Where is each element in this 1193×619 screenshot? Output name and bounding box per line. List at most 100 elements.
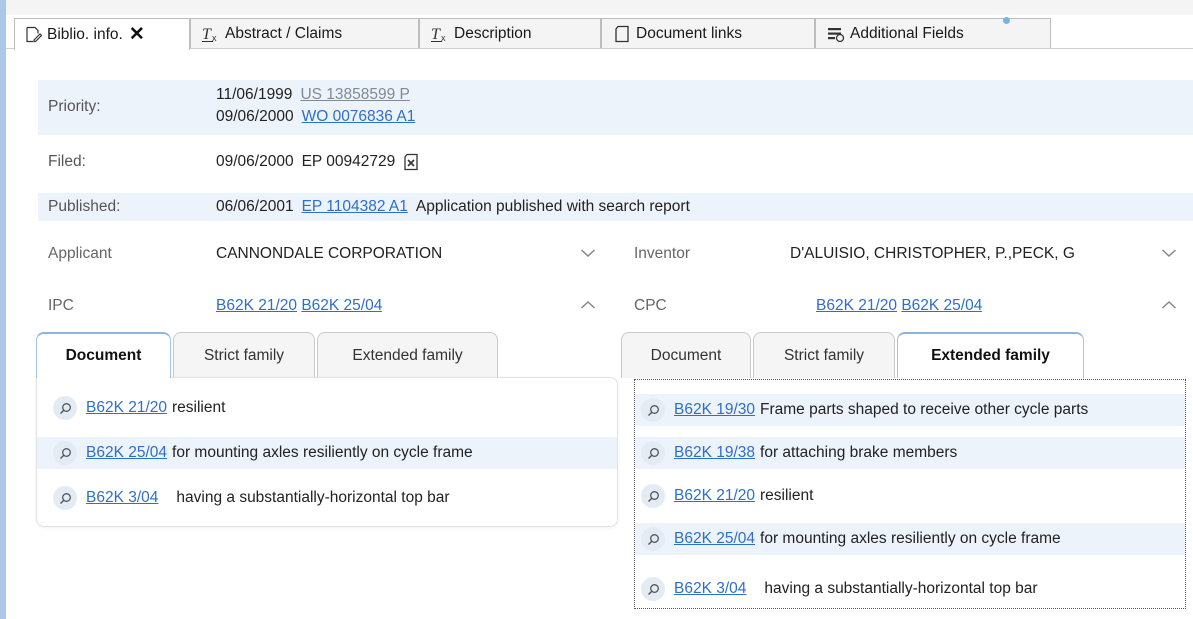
class-code-link[interactable]: B62K 21/20 [86,399,167,417]
class-code-link[interactable]: B62K 25/04 [86,444,167,462]
cpc-code-link[interactable]: B62K 25/04 [901,297,982,314]
ipc-subtab-extended-family[interactable]: Extended family [317,332,498,378]
ipc-codes: B62K 21/20 B62K 25/04 [216,297,382,315]
close-tab-icon[interactable]: ✕ [129,25,145,44]
ipc-class-list: B62K 21/20 resilient B62K 25/04 for moun… [36,377,618,527]
class-code-link[interactable]: B62K 3/04 [674,580,746,598]
tab-document-links[interactable]: Document links [601,18,815,49]
class-row: B62K 19/30 Frame parts shaped to receive… [635,394,1185,426]
priority-date: 11/06/1999 [216,86,293,103]
tab-label: Document links [636,25,742,42]
search-icon[interactable] [641,577,665,601]
tab-additional-fields[interactable]: Additional Fields [815,17,1051,49]
published-number-link[interactable]: EP 1104382 A1 [302,198,408,215]
document-icon [612,24,632,44]
class-row: B62K 21/20 resilient [37,394,617,422]
clear-format-icon: Tx [430,24,450,44]
chevron-down-icon[interactable] [580,246,596,264]
biblio-edit-icon [23,25,43,45]
applicant-value: CANNONDALE CORPORATION [216,245,443,262]
filed-number: EP 00942729 [301,153,396,170]
inventor-value: D'ALUISIO, CHRISTOPHER, P.,PECK, G [790,245,1075,262]
class-row: B62K 3/04 having a substantially-horizon… [37,484,617,512]
tab-label: Additional Fields [850,25,964,42]
priority-row: Priority: 11/06/1999 US 13858599 P 09/06/… [38,80,1193,135]
tab-label: Biblio. info. [47,25,123,43]
published-date: 06/06/2001 [216,198,294,215]
file-document-icon[interactable] [403,153,419,171]
class-description: for mounting axles resiliently on cycle … [760,530,1061,547]
cpc-codes: B62K 21/20 B62K 25/04 [816,297,982,315]
class-description: having a substantially-horizontal top ba… [176,489,450,506]
cpc-code-link[interactable]: B62K 21/20 [816,297,897,314]
window-left-edge [0,0,6,619]
svg-text:x: x [212,33,217,43]
search-icon[interactable] [641,441,665,465]
class-code-link[interactable]: B62K 19/30 [674,401,755,419]
ipc-subtab-document[interactable]: Document [36,332,171,378]
ipc-code-link[interactable]: B62K 21/20 [216,297,297,314]
cpc-subtab-extended-family[interactable]: Extended family [897,332,1084,378]
svg-text:T: T [431,26,441,43]
top-tab-bar: Biblio. info. ✕ Tx Abstract / Claims Tx … [6,15,1193,50]
tab-biblio-info[interactable]: Biblio. info. ✕ [14,18,190,50]
fields-list-icon [826,24,846,44]
class-row: B62K 3/04 having a substantially-horizon… [635,574,1185,604]
class-description: resilient [760,487,814,504]
class-description: for attaching brake members [760,444,958,461]
class-row: B62K 21/20 resilient [635,481,1185,511]
class-description: for mounting axles resiliently on cycle … [172,444,473,461]
filed-label: Filed: [48,153,86,170]
cpc-subtab-strict-family[interactable]: Strict family [753,332,895,378]
class-code-link[interactable]: B62K 19/38 [674,444,755,462]
svg-text:T: T [202,26,212,43]
class-row: B62K 19/38 for attaching brake members [635,437,1185,469]
cpc-subtab-document[interactable]: Document [621,332,751,378]
cpc-label: CPC [634,297,667,314]
class-description: resilient [172,399,226,416]
class-description: Frame parts shaped to receive other cycl… [760,401,1089,418]
priority-date: 09/06/2000 [216,108,294,125]
class-row: B62K 25/04 for mounting axles resilientl… [635,523,1185,555]
chevron-down-icon[interactable] [1161,246,1177,264]
ipc-code-link[interactable]: B62K 25/04 [301,297,382,314]
search-icon[interactable] [53,486,77,510]
clear-format-icon: Tx [201,24,221,44]
tab-label: Description [454,25,532,42]
chevron-up-icon[interactable] [1161,298,1177,316]
cpc-class-list: B62K 19/30 Frame parts shaped to receive… [634,379,1186,609]
search-icon[interactable] [641,527,665,551]
search-icon[interactable] [641,484,665,508]
published-label: Published: [48,198,121,215]
ipc-subtab-strict-family[interactable]: Strict family [173,332,315,378]
published-row: Published: 06/06/2001 EP 1104382 A1 Applic… [38,193,1193,221]
priority-entry: 09/06/2000 WO 0076836 A1 [216,108,415,126]
tab-label: Abstract / Claims [225,25,343,42]
applicant-label: Applicant [48,245,112,262]
class-code-link[interactable]: B62K 21/20 [674,487,755,505]
priority-number-link[interactable]: WO 0076836 A1 [302,108,416,125]
ipc-label: IPC [48,297,74,314]
filed-value: 09/06/2000 EP 00942729 [216,153,419,171]
notification-dot [1003,17,1010,24]
filed-row: Filed: 09/06/2000 EP 00942729 [38,145,1193,179]
chevron-up-icon[interactable] [580,298,596,316]
search-icon[interactable] [53,441,77,465]
tab-description[interactable]: Tx Description [419,18,601,49]
svg-text:x: x [441,33,446,43]
inventor-label: Inventor [634,245,691,262]
filed-date: 09/06/2000 [216,153,294,170]
priority-number-link[interactable]: US 13858599 P [300,86,409,103]
search-icon[interactable] [641,398,665,422]
class-row: B62K 25/04 for mounting axles resilientl… [37,437,617,469]
published-note: Application published with search report [415,198,690,215]
priority-label: Priority: [48,98,101,115]
search-icon[interactable] [53,396,77,420]
class-code-link[interactable]: B62K 3/04 [86,489,158,507]
tab-abstract-claims[interactable]: Tx Abstract / Claims [190,18,419,49]
top-strip [6,0,1193,15]
class-code-link[interactable]: B62K 25/04 [674,530,755,548]
priority-entry: 11/06/1999 US 13858599 P [216,86,410,104]
class-description: having a substantially-horizontal top ba… [764,580,1038,597]
published-value: 06/06/2001 EP 1104382 A1 Application publi… [216,198,690,216]
